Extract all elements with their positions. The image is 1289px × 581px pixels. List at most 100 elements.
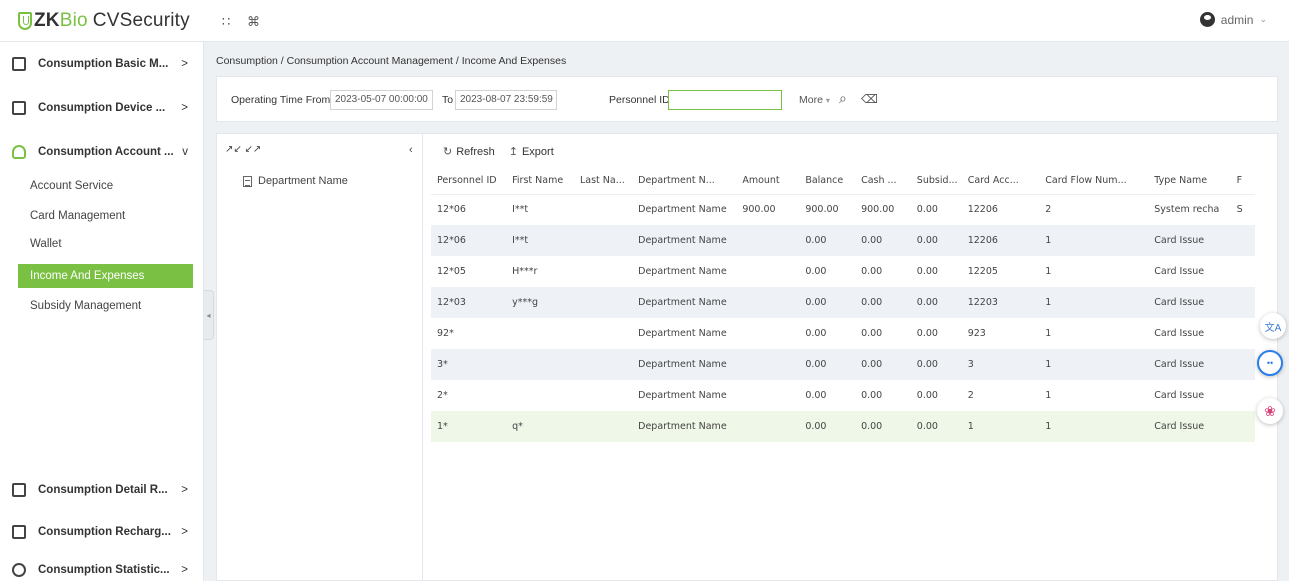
table-row[interactable]: 12*06 I**t Department Name 900.00 900.00 900.… <box>431 194 1255 225</box>
table-row[interactable]: 1* q* Department Name 0.00 0.00 0.00 1 1 Card Is… <box>431 411 1255 442</box>
table-row[interactable]: 3* Department Name 0.00 0.00 0.00 3 1 Card Issu… <box>431 349 1255 380</box>
column-header[interactable]: F <box>1230 168 1255 195</box>
search-icon[interactable]: ⌕ <box>839 90 847 107</box>
sidebar-item-account-service[interactable]: Account Service <box>18 174 193 198</box>
breadcrumb: Consumption / Consumption Account Manage… <box>216 55 567 67</box>
sidebar-item-income-and-expenses[interactable]: Income And Expenses <box>18 264 193 288</box>
table-cell: 0.00 <box>855 287 911 318</box>
column-header[interactable]: Type Name <box>1148 168 1231 195</box>
table-cell: 900.00 <box>742 204 776 216</box>
table-cell: Card Issue <box>1148 225 1231 256</box>
to-date-input[interactable]: 2023-08-07 23:59:59 <box>455 90 557 110</box>
table-cell: Department Name <box>638 390 727 401</box>
table-cell: 0.00 <box>855 349 911 380</box>
table-cell: Department Name <box>638 266 727 277</box>
sidebar-item-wallet[interactable]: Wallet <box>18 232 193 256</box>
table-cell <box>573 411 633 442</box>
tree-collapse-icon[interactable]: ‹ <box>409 144 413 156</box>
personnel-id-input[interactable] <box>668 90 782 110</box>
assistant-icon[interactable]: •• <box>1257 350 1283 376</box>
menu-group-label: Consumption Detail R... <box>38 484 168 496</box>
menu-group-recharge[interactable]: Consumption Recharg... > <box>0 518 204 546</box>
column-header[interactable]: First Name <box>506 168 574 195</box>
table-cell: 0.00 <box>861 328 883 339</box>
table-cell: 0.00 <box>805 390 827 401</box>
table-cell: 92* <box>437 328 454 339</box>
menu-group-detail-report[interactable]: Consumption Detail R... > <box>0 476 204 504</box>
table-cell: 12*06 <box>437 204 466 216</box>
table-row[interactable]: 2* Department Name 0.00 0.00 0.00 2 1 Card Issu… <box>431 380 1255 411</box>
table-cell: 0.00 <box>855 411 911 442</box>
column-header[interactable]: Personnel ID <box>431 168 507 195</box>
expand-collapse-all-icon[interactable]: ↗↙ ↙↗ <box>225 144 261 155</box>
table-cell: Department Name <box>632 225 737 256</box>
from-date-input[interactable]: 2023-05-07 00:00:00 <box>330 90 433 110</box>
table-cell <box>736 256 799 287</box>
column-header[interactable]: Department N... <box>632 168 737 195</box>
personnel-id-label: Personnel ID <box>609 94 670 106</box>
grid-toolbar: ↻ Refresh ↥ Export <box>443 145 554 158</box>
device-icon <box>12 101 26 115</box>
menu-group-account[interactable]: Consumption Account ... v <box>0 138 204 166</box>
table-cell <box>573 349 633 380</box>
table-cell: 12*05 <box>437 266 466 277</box>
menu-group-device[interactable]: Consumption Device ... > <box>0 94 204 122</box>
column-header[interactable]: Subsid... <box>910 168 962 195</box>
sidebar-collapse-handle[interactable]: ◂ <box>204 290 214 340</box>
column-header[interactable]: Card Acc... <box>961 168 1040 195</box>
table-row[interactable]: 92* Department Name 0.00 0.00 0.00 923 1 Card I… <box>431 318 1255 349</box>
translate-icon[interactable]: 文A <box>1260 313 1286 339</box>
more-chevron-icon: ▾ <box>825 96 830 105</box>
table-cell: 0.00 <box>910 225 962 256</box>
menu-group-basic-management[interactable]: Consumption Basic M... > <box>0 50 204 78</box>
table-cell: 1 <box>1039 411 1149 442</box>
table-cell: Card Issue <box>1148 287 1231 318</box>
sidebar-item-card-management[interactable]: Card Management <box>18 204 193 228</box>
table-cell: 0.00 <box>855 225 911 256</box>
basic-management-icon <box>12 57 26 71</box>
table-cell: Department Name <box>638 328 727 339</box>
table-cell <box>1230 287 1255 318</box>
table-cell <box>736 411 800 442</box>
grid-icon[interactable]: ∷ <box>222 14 230 30</box>
table-cell <box>736 225 800 256</box>
table-cell: H***r <box>512 266 538 277</box>
column-header[interactable]: Amount <box>736 168 800 195</box>
ai-brain-icon[interactable]: ❀ <box>1257 398 1283 424</box>
column-header[interactable]: Card Flow Num... <box>1039 168 1149 195</box>
table-cell: 0.00 <box>861 266 883 277</box>
refresh-button[interactable]: ↻ Refresh <box>443 145 495 158</box>
table-cell: 2 <box>967 390 974 401</box>
table-cell <box>574 194 632 225</box>
menu-group-label: Consumption Recharg... <box>38 526 171 538</box>
table-cell: 0.00 <box>916 204 938 216</box>
app-logo[interactable]: ZK Bio CVSecurity <box>18 10 190 32</box>
income-expenses-table: Personnel ID First Name Last Na... Depar… <box>431 168 1255 442</box>
table-cell: 0.00 <box>916 390 938 401</box>
table-row[interactable]: 12*03 y***g Department Name 0.00 0.00 0.00 122… <box>431 287 1255 318</box>
column-header[interactable]: Last Na... <box>573 168 633 195</box>
command-icon[interactable]: ⌘ <box>247 14 260 30</box>
export-icon: ↥ <box>508 146 518 158</box>
table-cell <box>1231 256 1255 287</box>
table-row[interactable]: 12*05 H***r Department Name 0.00 0.00 0.00 122… <box>431 256 1255 287</box>
menu-group-label: Consumption Device ... <box>38 102 166 114</box>
sidebar-item-subsidy-management[interactable]: Subsidy Management <box>18 294 193 318</box>
menu-group-statistic[interactable]: Consumption Statistic... > <box>0 556 204 581</box>
user-avatar-icon <box>1199 12 1215 27</box>
column-header[interactable]: Balance <box>799 168 856 195</box>
content-panel: ↗↙ ↙↗ ‹ Department Name ↻ Refresh ↥ Export… <box>216 133 1278 581</box>
more-filters-toggle[interactable]: More ▾ <box>799 94 830 106</box>
table-cell: 12*06 <box>431 225 507 256</box>
column-header[interactable]: Cash ... <box>855 168 911 195</box>
tree-node-root[interactable]: Department Name <box>243 175 348 187</box>
recharge-icon <box>12 525 26 539</box>
chevron-down-icon: v <box>182 146 188 158</box>
user-menu[interactable]: admin ⌄ <box>1199 12 1267 27</box>
table-cell <box>574 318 632 349</box>
document-icon <box>243 175 252 187</box>
clear-filter-icon[interactable]: ⌫ <box>861 92 878 106</box>
department-tree-pane: ↗↙ ↙↗ ‹ Department Name <box>217 134 423 581</box>
export-button[interactable]: ↥ Export <box>509 145 554 158</box>
table-row[interactable]: 12*06 I**t Department Name 0.00 0.00 0.00 1220… <box>431 225 1255 256</box>
